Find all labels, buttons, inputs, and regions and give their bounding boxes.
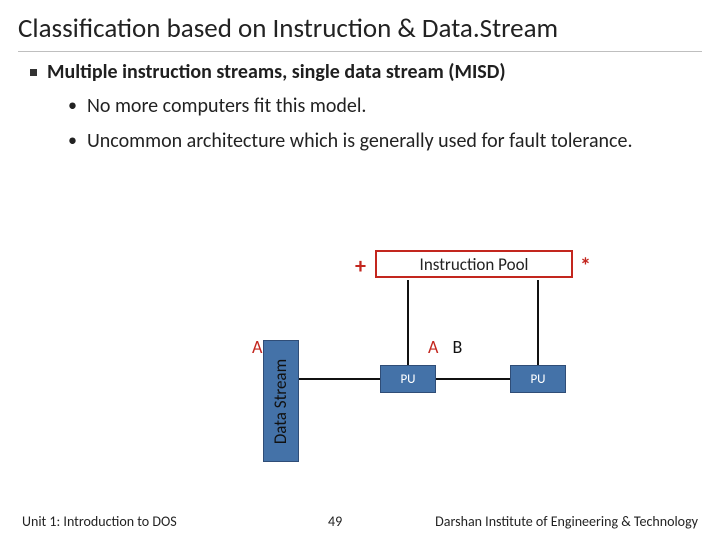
data-stream-label: Data Stream xyxy=(271,358,292,443)
sub-bullet-item: • No more computers fit this model. xyxy=(68,94,690,119)
instruction-pool-box: Instruction Pool xyxy=(375,250,573,278)
content-area: Multiple instruction streams, single dat… xyxy=(0,60,720,154)
footer-unit: Unit 1: Introduction to DOS xyxy=(22,513,177,530)
slide-title: Classification based on Instruction & Da… xyxy=(0,0,720,51)
label-a: A xyxy=(428,336,438,358)
operator-star-icon: * xyxy=(580,252,591,279)
operator-plus-icon: + xyxy=(355,252,366,279)
square-bullet-icon xyxy=(30,69,37,76)
dot-bullet-icon: • xyxy=(68,95,77,117)
data-stream-box: Data Stream xyxy=(263,340,299,462)
sub-bullet-item: • Uncommon architecture which is general… xyxy=(68,129,690,154)
main-bullet-text: Multiple instruction streams, single dat… xyxy=(47,60,506,84)
label-b: B xyxy=(453,336,463,358)
title-divider xyxy=(18,51,702,52)
sub-bullet-text: No more computers fit this model. xyxy=(87,94,367,119)
footer-page-number: 49 xyxy=(328,513,342,530)
dot-bullet-icon: • xyxy=(68,130,77,152)
sub-bullet-list: • No more computers fit this model. • Un… xyxy=(30,94,690,154)
sub-bullet-text: Uncommon architecture which is generally… xyxy=(87,129,633,154)
connector-line xyxy=(299,378,380,380)
connector-line xyxy=(407,280,409,365)
misd-diagram: + Instruction Pool * A B Data Stream A B… xyxy=(0,240,720,500)
processing-unit-box: PU xyxy=(510,365,566,393)
processing-unit-box: PU xyxy=(380,365,436,393)
ab-label-mid: A B xyxy=(428,336,462,358)
footer-institute: Darshan Institute of Engineering & Techn… xyxy=(435,513,698,530)
connector-line xyxy=(436,378,510,380)
main-bullet: Multiple instruction streams, single dat… xyxy=(30,60,690,84)
slide-footer: Unit 1: Introduction to DOS 49 Darshan I… xyxy=(0,508,720,530)
connector-line xyxy=(537,280,539,365)
